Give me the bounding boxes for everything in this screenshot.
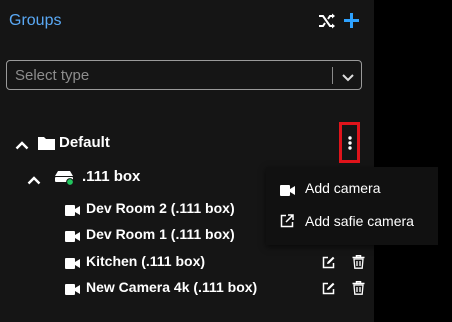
camera-label[interactable]: Kitchen (.111 box) xyxy=(86,253,205,269)
video-camera-icon xyxy=(65,229,80,247)
edit-icon[interactable] xyxy=(322,256,335,274)
trash-icon[interactable] xyxy=(352,281,365,300)
trash-icon[interactable] xyxy=(352,255,365,274)
highlight-box xyxy=(339,122,360,163)
shuffle-icon[interactable] xyxy=(318,13,336,34)
device-box-icon xyxy=(55,169,75,191)
external-link-icon xyxy=(280,214,294,233)
chevron-up-icon[interactable] xyxy=(15,137,29,155)
select-divider xyxy=(332,67,333,84)
video-camera-icon xyxy=(65,256,80,274)
groups-panel: Groups Select type Default .111 box Dev … xyxy=(0,0,374,322)
edit-icon[interactable] xyxy=(322,282,335,300)
chevron-down-icon[interactable] xyxy=(342,70,354,88)
box-label[interactable]: .111 box xyxy=(82,168,140,185)
menu-item-add-safie-camera[interactable]: Add safie camera xyxy=(266,206,438,236)
camera-label[interactable]: New Camera 4k (.111 box) xyxy=(86,279,257,295)
video-camera-icon xyxy=(65,203,80,221)
select-placeholder: Select type xyxy=(15,67,90,84)
camera-label[interactable]: Dev Room 1 (.111 box) xyxy=(86,226,235,242)
chevron-up-icon[interactable] xyxy=(27,172,41,190)
video-camera-icon xyxy=(280,183,295,201)
video-camera-icon xyxy=(65,282,80,300)
menu-item-add-camera[interactable]: Add camera xyxy=(266,173,438,203)
folder-icon xyxy=(38,136,55,155)
type-select[interactable]: Select type xyxy=(6,60,362,90)
group-label[interactable]: Default xyxy=(59,134,110,151)
menu-item-label: Add safie camera xyxy=(305,213,414,229)
context-menu: Add camera Add safie camera xyxy=(266,167,438,245)
menu-item-label: Add camera xyxy=(305,180,381,196)
camera-label[interactable]: Dev Room 2 (.111 box) xyxy=(86,200,235,216)
add-icon[interactable] xyxy=(343,12,360,34)
panel-title: Groups xyxy=(9,12,62,29)
